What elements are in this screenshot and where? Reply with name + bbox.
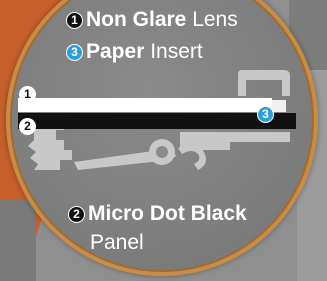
marker-1-badge: 1	[19, 86, 36, 103]
marker-2-badge: 2	[19, 118, 36, 135]
right-bracket-shape	[238, 70, 290, 96]
label-3-badge: 3	[66, 44, 83, 61]
paper-insert-layer	[272, 100, 286, 112]
marker-3-badge: 3	[257, 106, 274, 123]
label-1-badge: 1	[66, 12, 83, 29]
lens-layer	[18, 98, 272, 112]
label-3-bold: Paper	[86, 40, 145, 63]
cross-section-diagram: 1 2 3 1 Non Glare Lens 3 Paper Insert 2 Mic…	[0, 0, 327, 281]
label-2-badge: 2	[68, 206, 85, 223]
label-1-bold: Non Glare	[86, 8, 187, 31]
label-panel-word: Panel	[90, 231, 144, 254]
label-non-glare-lens: 1 Non Glare Lens	[66, 8, 238, 32]
label-3-rest: Insert	[144, 40, 203, 63]
label-2-bold: Micro Dot Black	[88, 202, 247, 225]
hinge-center	[156, 146, 168, 158]
label-paper-insert: 3 Paper Insert	[66, 40, 203, 64]
label-micro-dot-black: 2 Micro Dot Black	[68, 202, 247, 226]
right-base-shape	[180, 132, 290, 150]
label-1-rest: Lens	[186, 8, 238, 31]
panel-layer	[18, 113, 296, 129]
